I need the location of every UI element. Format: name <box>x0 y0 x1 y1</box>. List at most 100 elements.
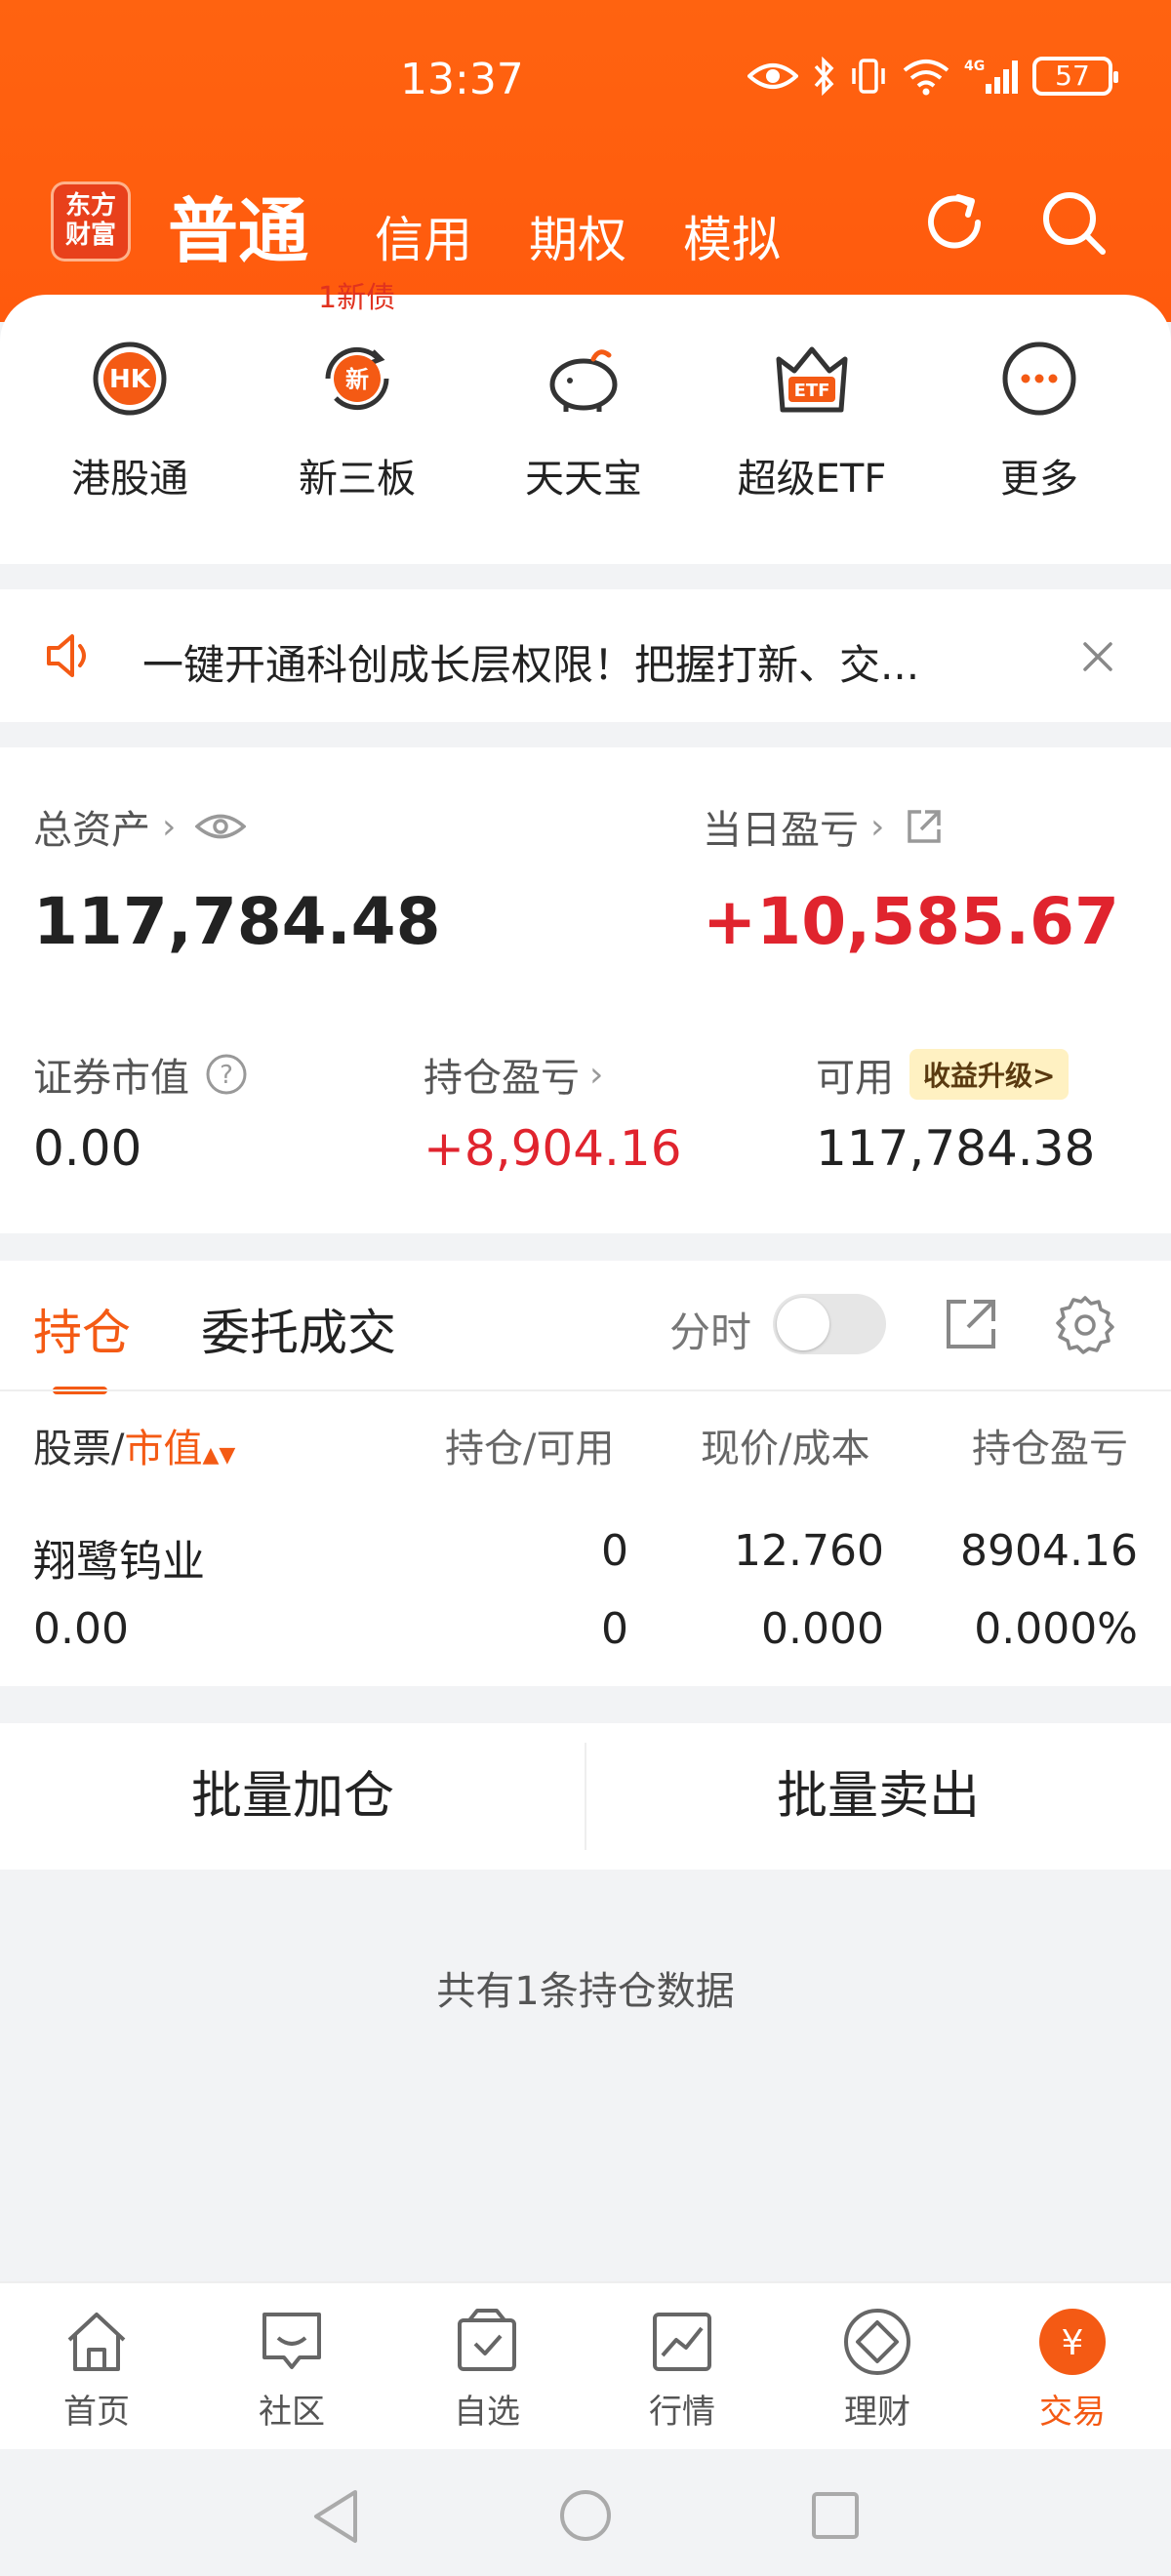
system-nav-bar <box>0 2449 1171 2576</box>
nav-label: 首页 <box>63 2393 130 2432</box>
nav-trade[interactable]: ¥ 交易 <box>1004 2307 1141 2433</box>
batch-add-button[interactable]: 批量加仓 <box>0 1723 586 1870</box>
close-icon[interactable] <box>1081 640 1114 673</box>
daily-pl-value: +10,585.67 <box>703 884 1119 959</box>
quick-item-more[interactable]: 更多 <box>961 340 1117 503</box>
share-icon[interactable] <box>943 1296 999 1352</box>
market-value: 0.00 <box>33 1120 142 1177</box>
chevron-right-icon: › <box>870 806 885 847</box>
tab-simulation[interactable]: 模拟 <box>683 201 781 271</box>
svg-text:ETF: ETF <box>794 381 830 401</box>
svg-text:?: ? <box>220 1061 233 1090</box>
quick-item-super-etf[interactable]: ETF 超级ETF <box>734 340 890 503</box>
recents-icon[interactable] <box>810 2490 861 2541</box>
daily-pl-label: 当日盈亏 <box>703 808 859 853</box>
chart-icon <box>647 2307 717 2377</box>
nav-home[interactable]: 首页 <box>28 2307 165 2433</box>
notice-banner[interactable]: 一键开通科创成长层权限！把握打新、交... <box>0 589 1171 722</box>
total-assets-link[interactable]: 总资产 › <box>33 798 247 855</box>
holding-qty: 0 <box>601 1526 628 1576</box>
toggle-knob <box>777 1298 829 1350</box>
header-price[interactable]: 现价/成本 <box>701 1417 869 1473</box>
quick-item-new-board[interactable]: 新 新三板 <box>279 340 435 503</box>
stock-value: 0.00 <box>33 1604 129 1654</box>
bottom-nav: 首页 社区 自选 行情 理财 ¥ 交易 <box>0 2281 1171 2449</box>
search-button[interactable] <box>1036 185 1110 263</box>
svg-text:¥: ¥ <box>1062 2323 1084 2363</box>
cost-price: 0.000 <box>761 1604 884 1654</box>
position-count-text: 共有1条持仓数据 <box>436 1969 735 2014</box>
wifi-icon <box>903 60 949 96</box>
quick-item-tiantianbao[interactable]: 天天宝 <box>505 340 662 503</box>
available-value: 117,784.38 <box>816 1120 1096 1177</box>
nav-market[interactable]: 行情 <box>614 2307 750 2433</box>
home-icon <box>61 2307 132 2377</box>
share-icon[interactable] <box>904 806 945 847</box>
header-stock-sort[interactable]: 股票/市值▲▼ <box>33 1417 235 1473</box>
hk-icon: HK <box>91 340 169 418</box>
nav-community[interactable]: 社区 <box>223 2307 360 2433</box>
app-logo: 东方 财富 <box>51 181 131 262</box>
status-icons: 4G 57 <box>747 57 1118 96</box>
tab-options[interactable]: 期权 <box>529 201 626 271</box>
total-assets-label: 总资产 <box>33 808 150 853</box>
back-icon[interactable] <box>310 2488 361 2545</box>
svg-text:4G: 4G <box>964 59 985 74</box>
assets-panel: 总资产 › 117,784.48 当日盈亏 › +10,585.67 证券市值 … <box>0 747 1171 1233</box>
piggy-bank-icon <box>545 340 623 418</box>
chevron-right-icon: › <box>589 1054 604 1095</box>
help-icon[interactable]: ? <box>205 1053 248 1096</box>
nav-label: 自选 <box>454 2393 520 2432</box>
diamond-icon <box>842 2307 912 2377</box>
nav-label: 社区 <box>259 2393 325 2432</box>
timeshare-label: 分时 <box>669 1308 752 1356</box>
position-pl-pct: 0.000% <box>974 1604 1138 1654</box>
header-holding[interactable]: 持仓/可用 <box>445 1417 614 1473</box>
header-pl[interactable]: 持仓盈亏 <box>972 1417 1138 1473</box>
quick-item-hk-connect[interactable]: HK 港股通 <box>52 340 208 503</box>
nav-label: 行情 <box>649 2393 715 2432</box>
yield-upgrade-badge[interactable]: 收益升级> <box>909 1049 1070 1100</box>
etf-icon: ETF <box>773 340 851 418</box>
more-icon <box>1000 340 1078 418</box>
nav-watchlist[interactable]: 自选 <box>419 2307 555 2433</box>
bluetooth-icon <box>814 57 834 96</box>
new-debt-badge: 1新债 <box>318 281 396 315</box>
daily-pl-link[interactable]: 当日盈亏 › <box>703 798 945 855</box>
nav-label: 交易 <box>1039 2393 1106 2432</box>
market-value-label: 证券市值 <box>33 1056 189 1101</box>
batch-sell-button[interactable]: 批量卖出 <box>586 1723 1171 1870</box>
market-value-header: 证券市值 ? <box>33 1046 248 1103</box>
divider <box>0 1389 1171 1391</box>
tab-normal[interactable]: 普通 <box>168 174 308 276</box>
svg-text:HK: HK <box>109 365 151 394</box>
logo-line2: 财富 <box>64 221 116 250</box>
position-pl-label: 持仓盈亏 <box>424 1056 580 1101</box>
signal-4g-icon: 4G <box>964 59 1018 94</box>
position-pl: 8904.16 <box>960 1526 1138 1576</box>
vibrate-icon <box>852 59 885 94</box>
tab-holdings[interactable]: 持仓 <box>33 1294 131 1364</box>
tab-credit[interactable]: 信用 <box>375 201 472 271</box>
sort-icon: ▲▼ <box>202 1443 236 1468</box>
quick-label: 更多 <box>1000 457 1078 502</box>
quick-label: 港股通 <box>71 457 188 502</box>
header-slash: / <box>111 1427 125 1471</box>
tab-orders[interactable]: 委托成交 <box>201 1294 396 1364</box>
eye-icon <box>747 63 798 89</box>
svg-text:新: 新 <box>345 366 369 393</box>
refresh-button[interactable] <box>917 185 991 263</box>
current-price: 12.760 <box>734 1526 884 1576</box>
eye-icon[interactable] <box>195 810 247 843</box>
new-board-icon: 新 <box>318 340 396 418</box>
timeshare-toggle[interactable] <box>773 1294 886 1354</box>
nav-wealth[interactable]: 理财 <box>809 2307 946 2433</box>
settings-icon[interactable] <box>1054 1294 1116 1356</box>
home-circle-icon[interactable] <box>558 2488 613 2543</box>
refresh-icon <box>928 194 981 249</box>
header-market-value: 市值 <box>124 1427 203 1471</box>
position-pl-value: +8,904.16 <box>424 1120 682 1177</box>
available-header: 可用 收益升级> <box>816 1046 1070 1103</box>
position-pl-link[interactable]: 持仓盈亏 › <box>424 1046 603 1103</box>
search-icon <box>1043 192 1106 255</box>
